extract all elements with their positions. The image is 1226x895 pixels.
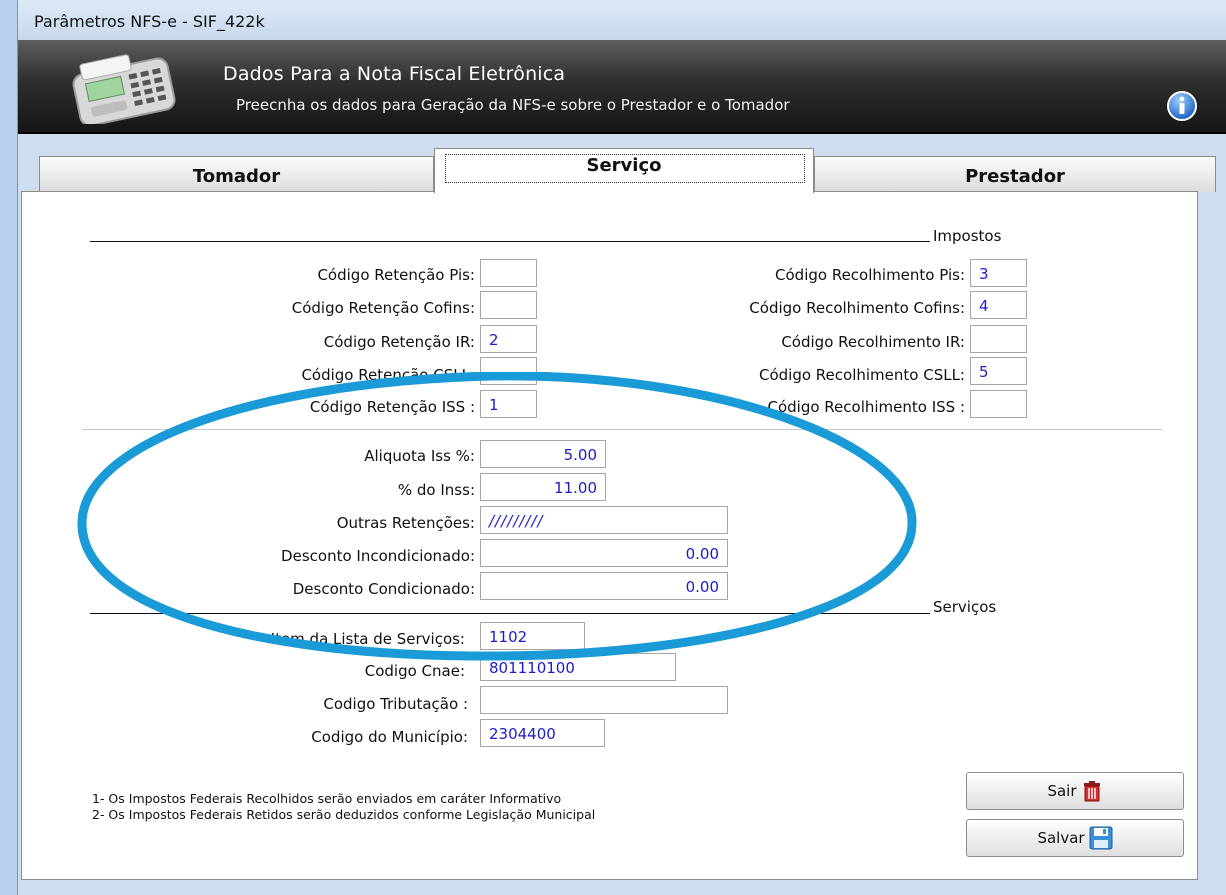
info-icon[interactable] [1166, 90, 1198, 122]
header-banner: Dados Para a Nota Fiscal Eletrônica Pree… [18, 40, 1226, 134]
recolhimento-ir-label: Código Recolhimento IR: [781, 333, 965, 351]
recolhimento-pis-label: Código Recolhimento Pis: [775, 266, 965, 284]
inss-input[interactable]: 11.00 [480, 473, 606, 501]
header-subtitle: Preecnha os dados para Geração da NFS-e … [236, 96, 790, 114]
retencao-pis-input[interactable] [480, 259, 537, 287]
tab-servico[interactable]: Serviço [434, 148, 814, 193]
recolhimento-cofins-label: Código Recolhimento Cofins: [749, 299, 965, 317]
retencao-ir-input[interactable]: 2 [480, 325, 537, 353]
tab-prestador-label: Prestador [965, 166, 1065, 187]
retencao-iss-input[interactable]: 1 [480, 390, 537, 418]
recolhimento-csll-input[interactable]: 5 [970, 357, 1027, 385]
header-title: Dados Para a Nota Fiscal Eletrônica [223, 63, 566, 85]
impostos-section-label: Impostos [933, 227, 1002, 245]
sair-button-label: Sair [1047, 782, 1077, 800]
codigo-municipio-label: Codigo do Município: [311, 728, 468, 746]
tab-prestador[interactable]: Prestador [814, 156, 1216, 192]
sair-button[interactable]: Sair [966, 772, 1184, 810]
codigo-cnae-label: Codigo Cnae: [364, 662, 465, 680]
retencao-cofins-input[interactable] [480, 291, 537, 319]
codigo-municipio-input[interactable]: 2304400 [480, 719, 605, 747]
recolhimento-iss-input[interactable] [970, 390, 1027, 418]
tab-tomador-label: Tomador [192, 166, 281, 187]
floppy-disk-icon [1089, 826, 1113, 850]
desconto-condicionado-input[interactable]: 0.00 [480, 572, 728, 600]
codigo-cnae-input[interactable]: 801110100 [480, 653, 676, 681]
impostos-rule [90, 241, 930, 242]
recolhimento-csll-label: Código Recolhimento CSLL: [759, 366, 965, 384]
codigo-tributacao-input[interactable] [480, 686, 728, 714]
codigo-tributacao-label: Codigo Tributação : [323, 695, 468, 713]
window-title: Parâmetros NFS-e - SIF_422k [34, 12, 265, 31]
trash-icon [1083, 781, 1100, 802]
retencao-csll-label: Código Retenção CSLL: [301, 366, 475, 384]
note-federal-retidos: 2- Os Impostos Federais Retidos serão de… [92, 807, 596, 822]
retencao-ir-label: Código Retenção IR: [323, 333, 475, 351]
retencao-iss-label: Código Retenção ISS : [309, 398, 475, 416]
aliquota-iss-label: Aliquota Iss %: [364, 447, 475, 465]
note-federal-recolhidos: 1- Os Impostos Federais Recolhidos serão… [92, 791, 562, 806]
inss-label: % do Inss: [397, 481, 475, 499]
retencao-pis-label: Código Retenção Pis: [317, 266, 475, 284]
retencao-cofins-label: Código Retenção Cofins: [291, 299, 475, 317]
tab-tomador[interactable]: Tomador [39, 156, 434, 192]
servicos-rule [90, 613, 930, 614]
recolhimento-ir-input[interactable] [970, 325, 1027, 353]
retencao-csll-input[interactable] [480, 357, 537, 385]
recolhimento-cofins-input[interactable]: 4 [970, 291, 1027, 319]
outras-retencoes-label: Outras Retenções: [336, 514, 475, 532]
tab-focus-rect [445, 154, 805, 183]
desconto-condicionado-label: Desconto Condicionado: [292, 580, 475, 598]
servicos-section-label: Serviços [933, 598, 997, 616]
recolhimento-iss-label: Código Recolhimento ISS : [767, 398, 965, 416]
desconto-incondicionado-label: Desconto Incondicionado: [281, 547, 475, 565]
salvar-button-label: Salvar [1037, 829, 1085, 847]
aliquota-iss-input[interactable]: 5.00 [480, 440, 606, 468]
desconto-incondicionado-input[interactable]: 0.00 [480, 539, 728, 567]
impostos-separator [82, 429, 1162, 430]
recolhimento-pis-input[interactable]: 3 [970, 259, 1027, 287]
outras-retencoes-input[interactable]: ///////// [480, 506, 728, 534]
card-terminal-icon [72, 54, 176, 124]
item-lista-label: Item da Lista de Serviços: [270, 630, 465, 648]
item-lista-input[interactable]: 1102 [480, 622, 585, 650]
tab-strip: Tomador Serviço Prestador [39, 148, 1216, 193]
window-titlebar: Parâmetros NFS-e - SIF_422k [18, 0, 1226, 40]
salvar-button[interactable]: Salvar [966, 819, 1184, 857]
